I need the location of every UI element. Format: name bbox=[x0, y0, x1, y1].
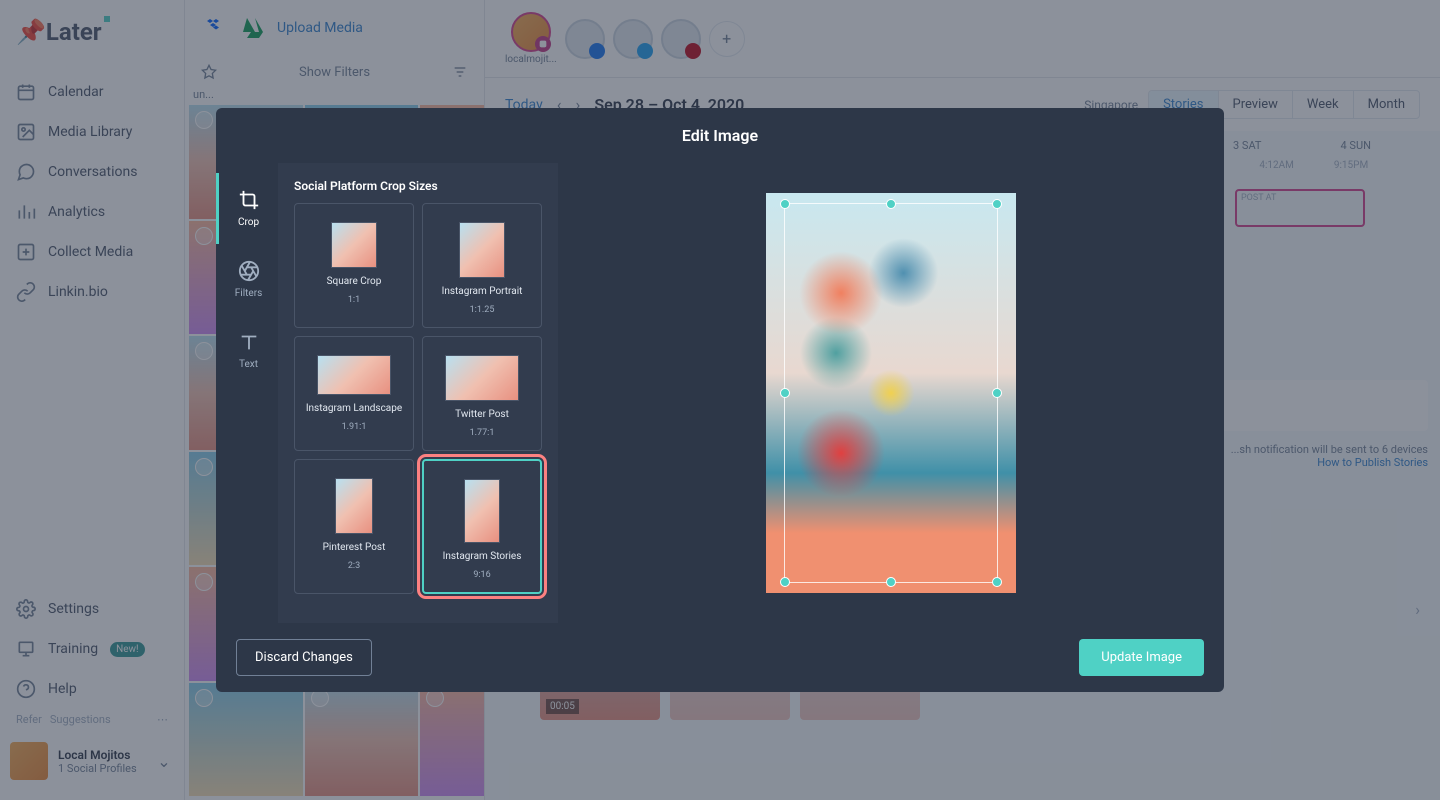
crop-handle-tc[interactable] bbox=[886, 199, 896, 209]
modal-title: Edit Image bbox=[216, 108, 1224, 163]
update-image-button[interactable]: Update Image bbox=[1079, 639, 1204, 676]
crop-handle-tr[interactable] bbox=[992, 199, 1002, 209]
crop-instagram-stories[interactable]: Instagram Stories 9:16 bbox=[422, 459, 542, 594]
aperture-icon bbox=[238, 260, 260, 282]
crop-handle-ml[interactable] bbox=[780, 388, 790, 398]
tool-filters[interactable]: Filters bbox=[219, 244, 278, 315]
text-icon bbox=[238, 331, 260, 353]
crop-handle-br[interactable] bbox=[992, 577, 1002, 587]
crop-pinterest-post[interactable]: Pinterest Post 2:3 bbox=[294, 459, 414, 594]
crop-instagram-portrait[interactable]: Instagram Portrait 1:1.25 bbox=[422, 203, 542, 328]
tool-text[interactable]: Text bbox=[219, 315, 278, 386]
crop-handle-tl[interactable] bbox=[780, 199, 790, 209]
crop-handle-mr[interactable] bbox=[992, 388, 1002, 398]
crop-handle-bc[interactable] bbox=[886, 577, 896, 587]
crop-frame[interactable] bbox=[784, 203, 998, 583]
crop-square[interactable]: Square Crop 1:1 bbox=[294, 203, 414, 328]
crop-icon bbox=[238, 189, 260, 211]
crop-handle-bl[interactable] bbox=[780, 577, 790, 587]
modal-overlay: Edit Image Crop Filters Text Social Plat… bbox=[0, 0, 1440, 800]
crop-panel-title: Social Platform Crop Sizes bbox=[294, 179, 542, 193]
discard-button[interactable]: Discard Changes bbox=[236, 639, 372, 676]
crop-twitter-post[interactable]: Twitter Post 1.77:1 bbox=[422, 336, 542, 451]
edit-image-modal: Edit Image Crop Filters Text Social Plat… bbox=[216, 108, 1224, 692]
crop-instagram-landscape[interactable]: Instagram Landscape 1.91:1 bbox=[294, 336, 414, 451]
tool-crop[interactable]: Crop bbox=[216, 173, 278, 244]
crop-canvas[interactable] bbox=[766, 193, 1016, 593]
